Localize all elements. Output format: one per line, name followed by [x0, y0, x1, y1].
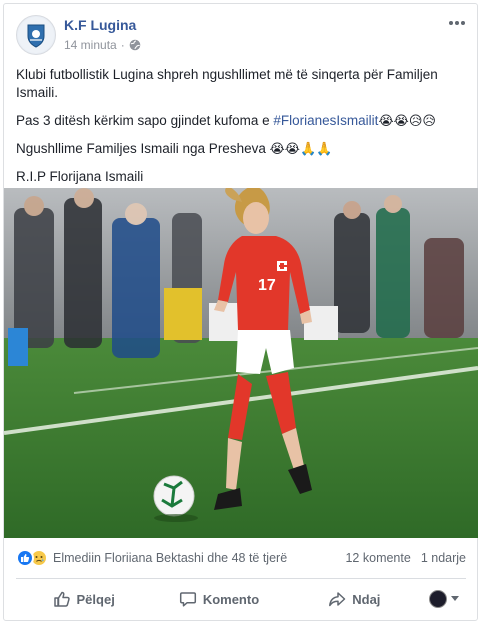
svg-text:17: 17: [258, 277, 276, 294]
comments-count-link[interactable]: 12 komente: [345, 551, 410, 565]
post-photo[interactable]: 17: [4, 188, 478, 538]
club-crest-icon: [18, 17, 54, 53]
chevron-down-icon: [450, 596, 459, 601]
meta-separator: ·: [120, 38, 125, 52]
post-line-3-text: Ngushllime Familjes Ismaili nga Presheva: [16, 141, 270, 156]
like-button-label: Pëlqej: [76, 591, 115, 607]
like-icon: [16, 549, 34, 567]
globe-icon[interactable]: [129, 39, 141, 51]
football-player-photo: 17: [4, 188, 478, 538]
comment-button-label: Komento: [202, 591, 260, 607]
post-line-2: Pas 3 ditësh kërkim sapo gjindet kufoma …: [16, 112, 466, 130]
hashtag-link[interactable]: #FlorianesIsmailit: [273, 113, 378, 128]
comment-icon: [179, 592, 196, 607]
thumbs-up-icon: [21, 554, 30, 562]
reactions-summary: Elmediin Floriiana Bektashi dhe 48 të tj…: [16, 544, 466, 572]
share-button-label: Ndaj: [352, 591, 381, 607]
viewer-avatar: [428, 590, 447, 608]
like-button[interactable]: Pëlqej: [16, 583, 151, 615]
post-options-button[interactable]: [447, 16, 467, 30]
share-button[interactable]: Ndaj: [287, 583, 422, 615]
post-meta: 14 minuta ·: [64, 38, 141, 52]
post-actions: Pëlqej Komento Ndaj: [16, 581, 466, 617]
post-line-3: Ngushllime Familjes Ismaili nga Presheva…: [16, 140, 466, 158]
more-dots-icon: [449, 21, 465, 25]
engagement-counts: 12 komente 1 ndarje: [345, 551, 466, 565]
sad-face-icon: [35, 556, 44, 562]
share-icon: [329, 592, 346, 607]
post-timestamp[interactable]: 14 minuta: [64, 38, 117, 52]
post-card: K.F Lugina 14 minuta · Klubi futbollisti…: [3, 3, 478, 621]
reaction-icons[interactable]: [16, 549, 48, 567]
page-name-link[interactable]: K.F Lugina: [64, 17, 136, 33]
post-as-selector[interactable]: [422, 583, 466, 615]
shares-count-link[interactable]: 1 ndarje: [421, 551, 466, 565]
like-outline-icon: [53, 591, 70, 607]
actions-divider: [16, 578, 466, 579]
post-line-4: R.I.P Florijana Ismaili: [16, 169, 144, 184]
reactors-link[interactable]: Elmediin Floriiana Bektashi dhe 48 të tj…: [53, 551, 345, 565]
comment-button[interactable]: Komento: [151, 583, 286, 615]
post-line-1: Klubi futbollistik Lugina shpreh ngushll…: [16, 67, 438, 100]
post-line-2-text: Pas 3 ditësh kërkim sapo gjindet kufoma …: [16, 113, 274, 128]
post-header: K.F Lugina 14 minuta ·: [4, 4, 477, 62]
post-message: Klubi futbollistik Lugina shpreh ngushll…: [16, 66, 466, 196]
crying-emoji-group: 😭😭😥😥: [378, 113, 436, 128]
prayer-emoji-group: 😭😭🙏🙏: [269, 141, 333, 156]
page-avatar[interactable]: [16, 15, 56, 55]
